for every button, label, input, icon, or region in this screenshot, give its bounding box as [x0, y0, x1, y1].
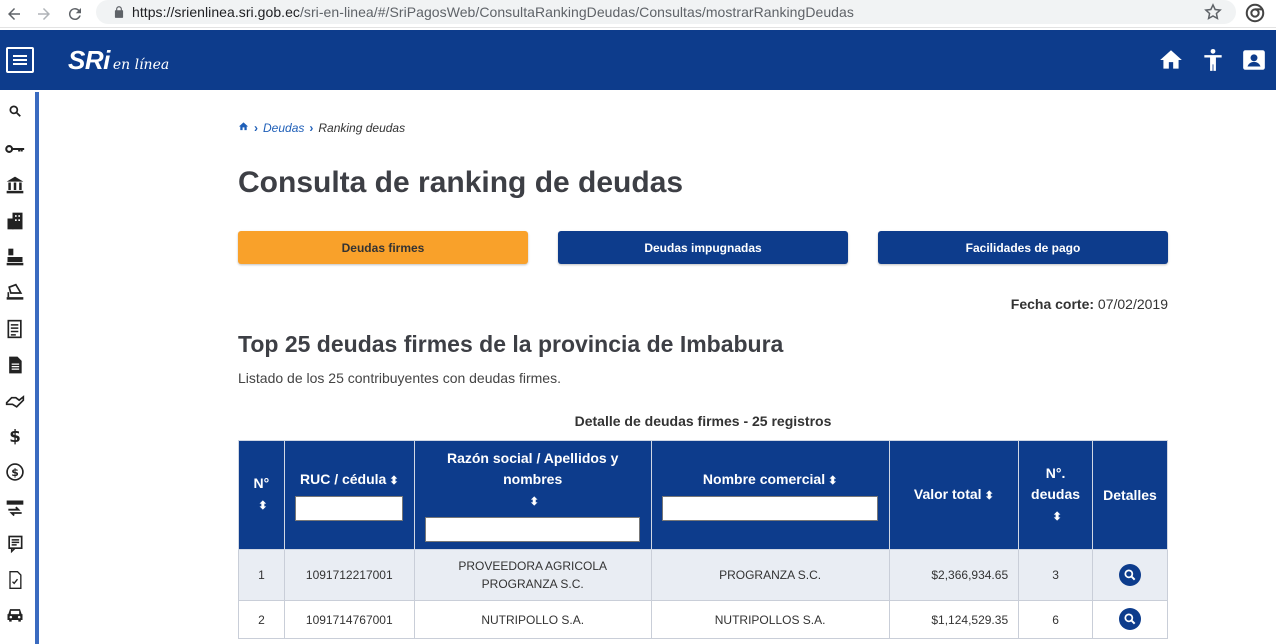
table-caption: Detalle de deudas firmes - 25 registros — [574, 413, 832, 429]
sort-icon[interactable]: ⬍ — [258, 500, 267, 512]
col-header-nombre[interactable]: Nombre comercial ⬍ — [650, 440, 890, 550]
cell-ndeudas: 3 — [1018, 549, 1093, 601]
car-icon[interactable] — [4, 604, 26, 626]
reload-icon[interactable] — [63, 2, 87, 26]
sort-icon[interactable]: ⬍ — [530, 496, 539, 508]
details-search-icon[interactable] — [1119, 563, 1141, 586]
col-valor-label: Valor total — [913, 485, 982, 502]
col-ruc-label: RUC / cédula — [299, 471, 387, 487]
chevron-right-icon: › — [254, 121, 258, 135]
details-search-icon[interactable] — [1119, 608, 1141, 630]
breadcrumb: › Deudas › Ranking deudas — [238, 121, 405, 135]
bookmark-star-icon[interactable] — [1203, 2, 1223, 22]
sort-icon[interactable]: ⬍ — [389, 475, 398, 487]
user-icon[interactable] — [1241, 47, 1271, 73]
bank-icon[interactable] — [4, 174, 26, 196]
logo-sub: en línea — [112, 57, 170, 73]
back-icon[interactable] — [2, 2, 26, 26]
fecha-corte: Fecha corte: 07/02/2019 — [938, 296, 1168, 312]
fecha-corte-value: 07/02/2019 — [1097, 296, 1168, 312]
sri-logo[interactable]: SRi en línea — [68, 45, 169, 76]
col-header-valor[interactable]: Valor total ⬍ — [888, 440, 1020, 550]
key-icon[interactable] — [4, 138, 26, 160]
url-host: https://srienlinea.sri.gob.ec — [132, 4, 300, 20]
section-subtitle: Listado de los 25 contribuyentes con deu… — [238, 370, 561, 386]
hamburger-icon — [13, 55, 27, 65]
tab-facilidades-de-pago[interactable]: Facilidades de pago — [878, 231, 1168, 264]
sort-icon[interactable]: ⬍ — [828, 475, 837, 487]
cell-valor: $1,124,529.35 — [888, 600, 1020, 639]
col-header-num[interactable]: N° ⬍ — [238, 440, 285, 550]
table-row: 2 1091714767001 NUTRIPOLLO S.A. NUTRIPOL… — [238, 600, 1168, 639]
transfer-icon[interactable] — [4, 497, 26, 519]
logo-main: SRi — [68, 45, 110, 75]
section-title: Top 25 deudas firmes de la provincia de … — [238, 331, 784, 357]
sort-icon[interactable]: ⬍ — [985, 490, 994, 502]
url-path: /sri-en-linea/#/SriPagosWeb/ConsultaRank… — [299, 4, 854, 20]
lock-icon — [112, 5, 126, 19]
extension-icon[interactable] — [1244, 2, 1266, 24]
receipt-icon[interactable] — [4, 533, 26, 555]
svg-text:$: $ — [11, 466, 19, 479]
document-icon[interactable] — [4, 354, 26, 376]
cashier-icon[interactable] — [4, 246, 26, 268]
buildings-icon[interactable] — [4, 210, 26, 232]
tab-deudas-impugnadas[interactable]: Deudas impugnadas — [558, 231, 848, 264]
fecha-corte-label: Fecha corte: — [1010, 296, 1095, 312]
cell-razon: PROVEEDORA AGRICOLA PROGRANZA S.C. — [413, 549, 652, 601]
breadcrumb-home-icon[interactable] — [238, 121, 249, 135]
cell-num: 1 — [238, 549, 285, 601]
dollar-icon[interactable]: $ — [4, 425, 26, 447]
document-list-icon[interactable] — [4, 318, 26, 340]
site-header — [0, 30, 1276, 90]
col-header-razon[interactable]: Razón social / Apellidos y nombres ⬍ — [413, 440, 652, 550]
ruc-filter-input[interactable] — [295, 496, 404, 521]
checklist-icon[interactable] — [4, 569, 26, 591]
cell-detalles — [1092, 600, 1168, 639]
sidebar-divider — [35, 92, 39, 644]
nombre-filter-input[interactable] — [662, 496, 879, 521]
menu-toggle-button[interactable] — [6, 47, 34, 73]
col-header-detalles: Detalles — [1092, 440, 1168, 550]
cell-valor: $2,366,934.65 — [888, 549, 1020, 601]
forward-icon[interactable] — [32, 2, 56, 26]
cell-nombre: PROGRANZA S.C. — [650, 549, 890, 601]
cell-razon: NUTRIPOLLO S.A. — [413, 600, 652, 639]
col-header-ndeudas[interactable]: N°. deudas ⬍ — [1018, 440, 1093, 550]
home-icon[interactable] — [1158, 47, 1184, 73]
col-num-label: N° — [253, 475, 270, 491]
svg-text:$: $ — [9, 427, 21, 446]
breadcrumb-ranking-deudas: Ranking deudas — [318, 121, 406, 135]
cell-detalles — [1092, 549, 1168, 601]
page-title: Consulta de ranking de deudas — [238, 166, 684, 199]
browser-toolbar: https://srienlinea.sri.gob.ec/sri-en-lin… — [0, 0, 1276, 28]
search-icon[interactable] — [4, 100, 26, 122]
debts-table: N° ⬍ RUC / cédula ⬍ Razón social / Apellid… — [238, 440, 1168, 639]
col-header-ruc[interactable]: RUC / cédula ⬍ — [283, 440, 415, 550]
col-nombre-label: Nombre comercial — [702, 471, 826, 487]
cell-ruc: 1091712217001 — [283, 549, 415, 601]
laptop-icon[interactable] — [4, 282, 26, 304]
tab-deudas-firmes[interactable]: Deudas firmes — [238, 231, 528, 264]
sort-icon[interactable]: ⬍ — [1052, 511, 1061, 523]
cell-nombre: NUTRIPOLLOS S.A. — [650, 600, 890, 639]
cell-ndeudas: 6 — [1018, 600, 1093, 639]
razon-filter-input[interactable] — [425, 517, 641, 542]
breadcrumb-deudas[interactable]: Deudas — [263, 121, 304, 135]
url-text[interactable]: https://srienlinea.sri.gob.ec/sri-en-lin… — [132, 4, 854, 20]
table-row: 1 1091712217001 PROVEEDORA AGRICOLA PROG… — [238, 549, 1168, 601]
cell-ruc: 1091714767001 — [283, 600, 415, 639]
handshake-icon[interactable] — [4, 390, 26, 412]
chevron-right-icon: › — [309, 121, 314, 135]
cell-num: 2 — [238, 600, 285, 639]
col-ndeudas-label: N°. deudas — [1031, 464, 1081, 502]
col-razon-label: Razón social / Apellidos y nombres — [446, 450, 619, 487]
accessibility-icon[interactable] — [1200, 47, 1226, 73]
coin-icon[interactable]: $ — [4, 461, 26, 483]
